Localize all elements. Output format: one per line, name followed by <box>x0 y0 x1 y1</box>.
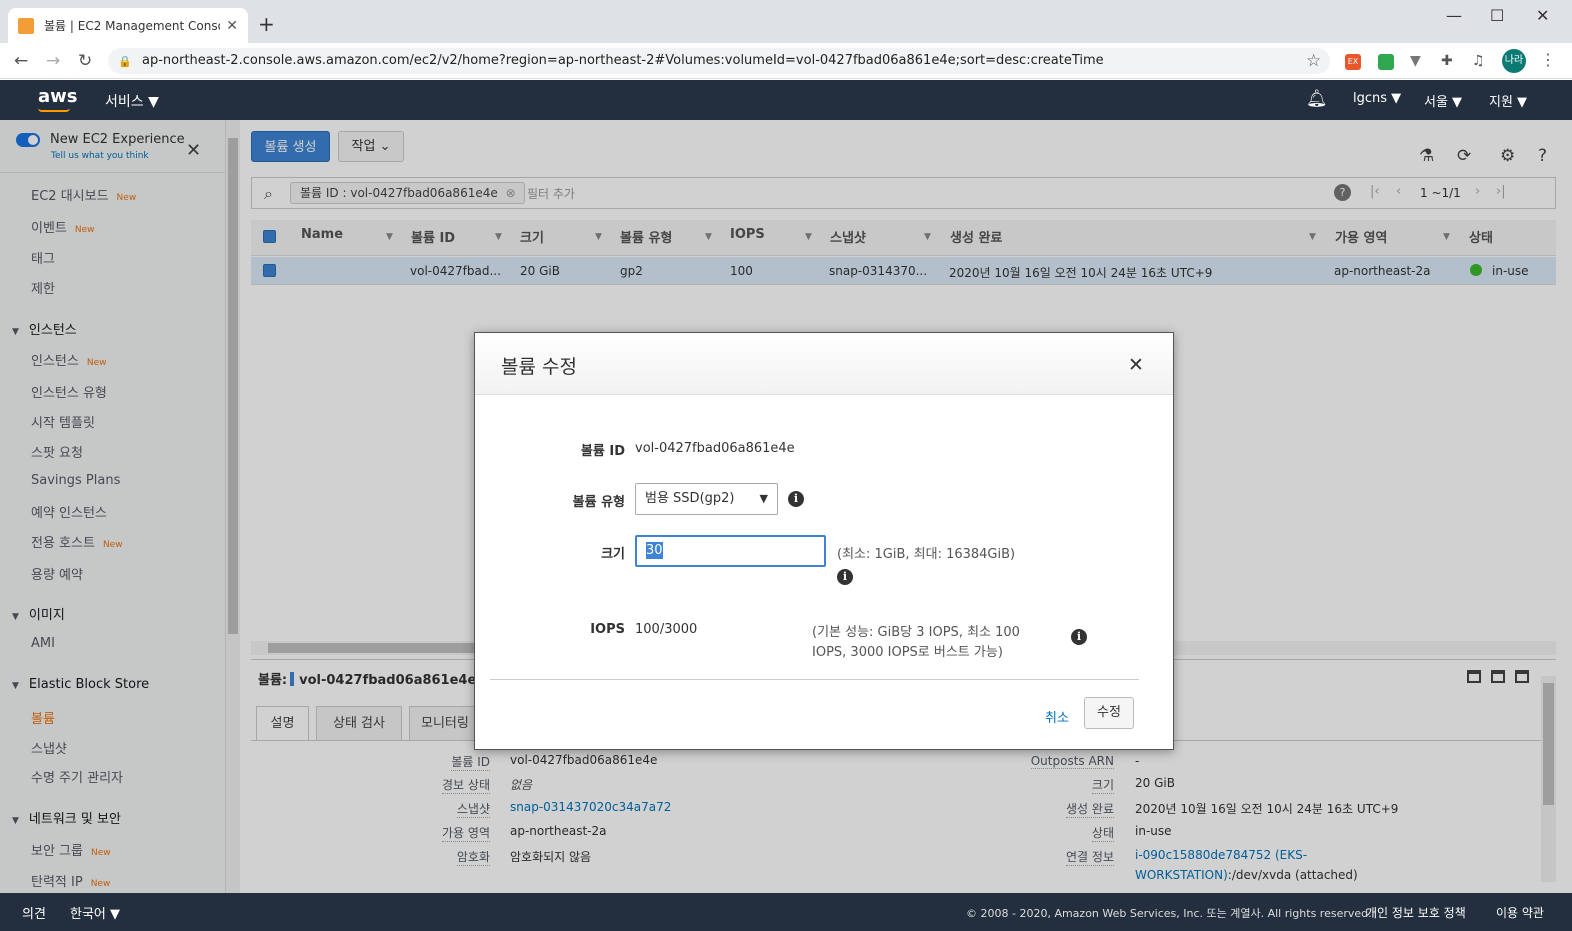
iops-label: IOPS <box>590 622 625 637</box>
volume-id-label: 볼륨 ID <box>580 444 625 459</box>
volume-id-value: vol-0427fbad06a861e4e <box>635 441 795 456</box>
forward-icon[interactable]: → <box>46 51 60 71</box>
aws-logo[interactable]: aws <box>38 86 78 107</box>
copyright-text: © 2008 - 2020, Amazon Web Services, Inc.… <box>966 907 1372 920</box>
privacy-policy-link[interactable]: 개인 정보 보호 정책 <box>1366 904 1466 921</box>
reload-icon[interactable]: ↻ <box>78 51 92 71</box>
cancel-button[interactable]: 취소 <box>1045 707 1069 726</box>
extension-vee-icon[interactable]: ▼ <box>1410 54 1426 70</box>
support-menu[interactable]: 지원 ▼ <box>1489 91 1527 110</box>
info-icon[interactable]: i <box>788 491 804 507</box>
bookmark-star-icon[interactable]: ☆ <box>1306 51 1321 71</box>
aws-logo-smile-icon <box>38 108 70 112</box>
iops-hint-line2: IOPS, 3000 IOPS로 버스트 가능) <box>812 645 1003 660</box>
size-input[interactable]: 30 <box>635 535 826 567</box>
volume-type-label: 볼륨 유형 <box>572 495 625 510</box>
browser-menu-icon[interactable]: ⋮ <box>1540 50 1556 69</box>
modify-button[interactable]: 수정 <box>1084 697 1134 729</box>
lock-icon[interactable]: 🔒 <box>118 55 132 68</box>
extension-ex-icon[interactable]: EX <box>1345 54 1361 70</box>
extensions-puzzle-icon[interactable]: ✚ <box>1441 54 1457 70</box>
chevron-down-icon: ▼ <box>759 492 768 505</box>
media-control-icon[interactable]: ♫ <box>1472 54 1488 70</box>
aws-favicon-icon <box>18 17 34 34</box>
browser-tab-strip: 볼륨 | EC2 Management Consol ✕ + — ☐ ✕ <box>0 0 1572 43</box>
browser-tab-title: 볼륨 | EC2 Management Consol <box>44 19 221 33</box>
modify-volume-dialog: 볼륨 수정 ✕ 볼륨 ID vol-0427fbad06a861e4e 볼륨 유… <box>474 332 1174 750</box>
dialog-footer-divider <box>490 679 1139 680</box>
address-bar-row: ← → ↻ ap-northeast-2.console.aws.amazon.… <box>0 43 1572 79</box>
close-icon[interactable]: ✕ <box>1128 354 1144 376</box>
dialog-header: 볼륨 수정 ✕ <box>475 333 1173 395</box>
feedback-button[interactable]: 의견 <box>22 903 46 922</box>
language-selector[interactable]: 한국어 ▼ <box>70 903 120 922</box>
aws-top-nav: aws 서비스 ▼ 🔔︎ lgcns ▼ 서울 ▼ 지원 ▼ <box>0 80 1572 120</box>
size-hint: (최소: 1GiB, 최대: 16384GiB) <box>837 547 1016 562</box>
terms-link[interactable]: 이용 약관 <box>1496 904 1544 921</box>
iops-hint-line1: (기본 성능: GiB당 3 IOPS, 최소 100 <box>812 625 1020 640</box>
minimize-icon[interactable]: — <box>1446 6 1462 25</box>
iops-value: 100/3000 <box>635 622 698 637</box>
services-menu[interactable]: 서비스 ▼ <box>105 91 159 111</box>
new-tab-icon[interactable]: + <box>258 12 275 36</box>
back-icon[interactable]: ← <box>14 51 28 71</box>
browser-tab[interactable]: 볼륨 | EC2 Management Consol ✕ <box>8 8 248 43</box>
close-tab-icon[interactable]: ✕ <box>226 18 238 34</box>
size-label: 크기 <box>601 547 625 562</box>
extension-green-icon[interactable] <box>1378 54 1394 70</box>
region-menu[interactable]: 서울 ▼ <box>1424 91 1462 110</box>
dialog-title: 볼륨 수정 <box>501 356 577 378</box>
info-icon[interactable]: i <box>837 569 853 585</box>
info-icon[interactable]: i <box>1071 629 1087 645</box>
url-field[interactable]: ap-northeast-2.console.aws.amazon.com/ec… <box>108 48 1330 74</box>
profile-avatar[interactable]: 나라 <box>1502 49 1526 73</box>
console-footer: 의견 한국어 ▼ © 2008 - 2020, Amazon Web Servi… <box>0 893 1572 931</box>
maximize-icon[interactable]: ☐ <box>1490 6 1504 25</box>
notification-bell-icon[interactable]: 🔔︎ <box>1306 89 1328 109</box>
account-menu[interactable]: lgcns ▼ <box>1353 91 1401 106</box>
volume-type-select[interactable]: 범용 SSD(gp2) ▼ <box>635 483 778 515</box>
close-window-icon[interactable]: ✕ <box>1536 6 1549 25</box>
